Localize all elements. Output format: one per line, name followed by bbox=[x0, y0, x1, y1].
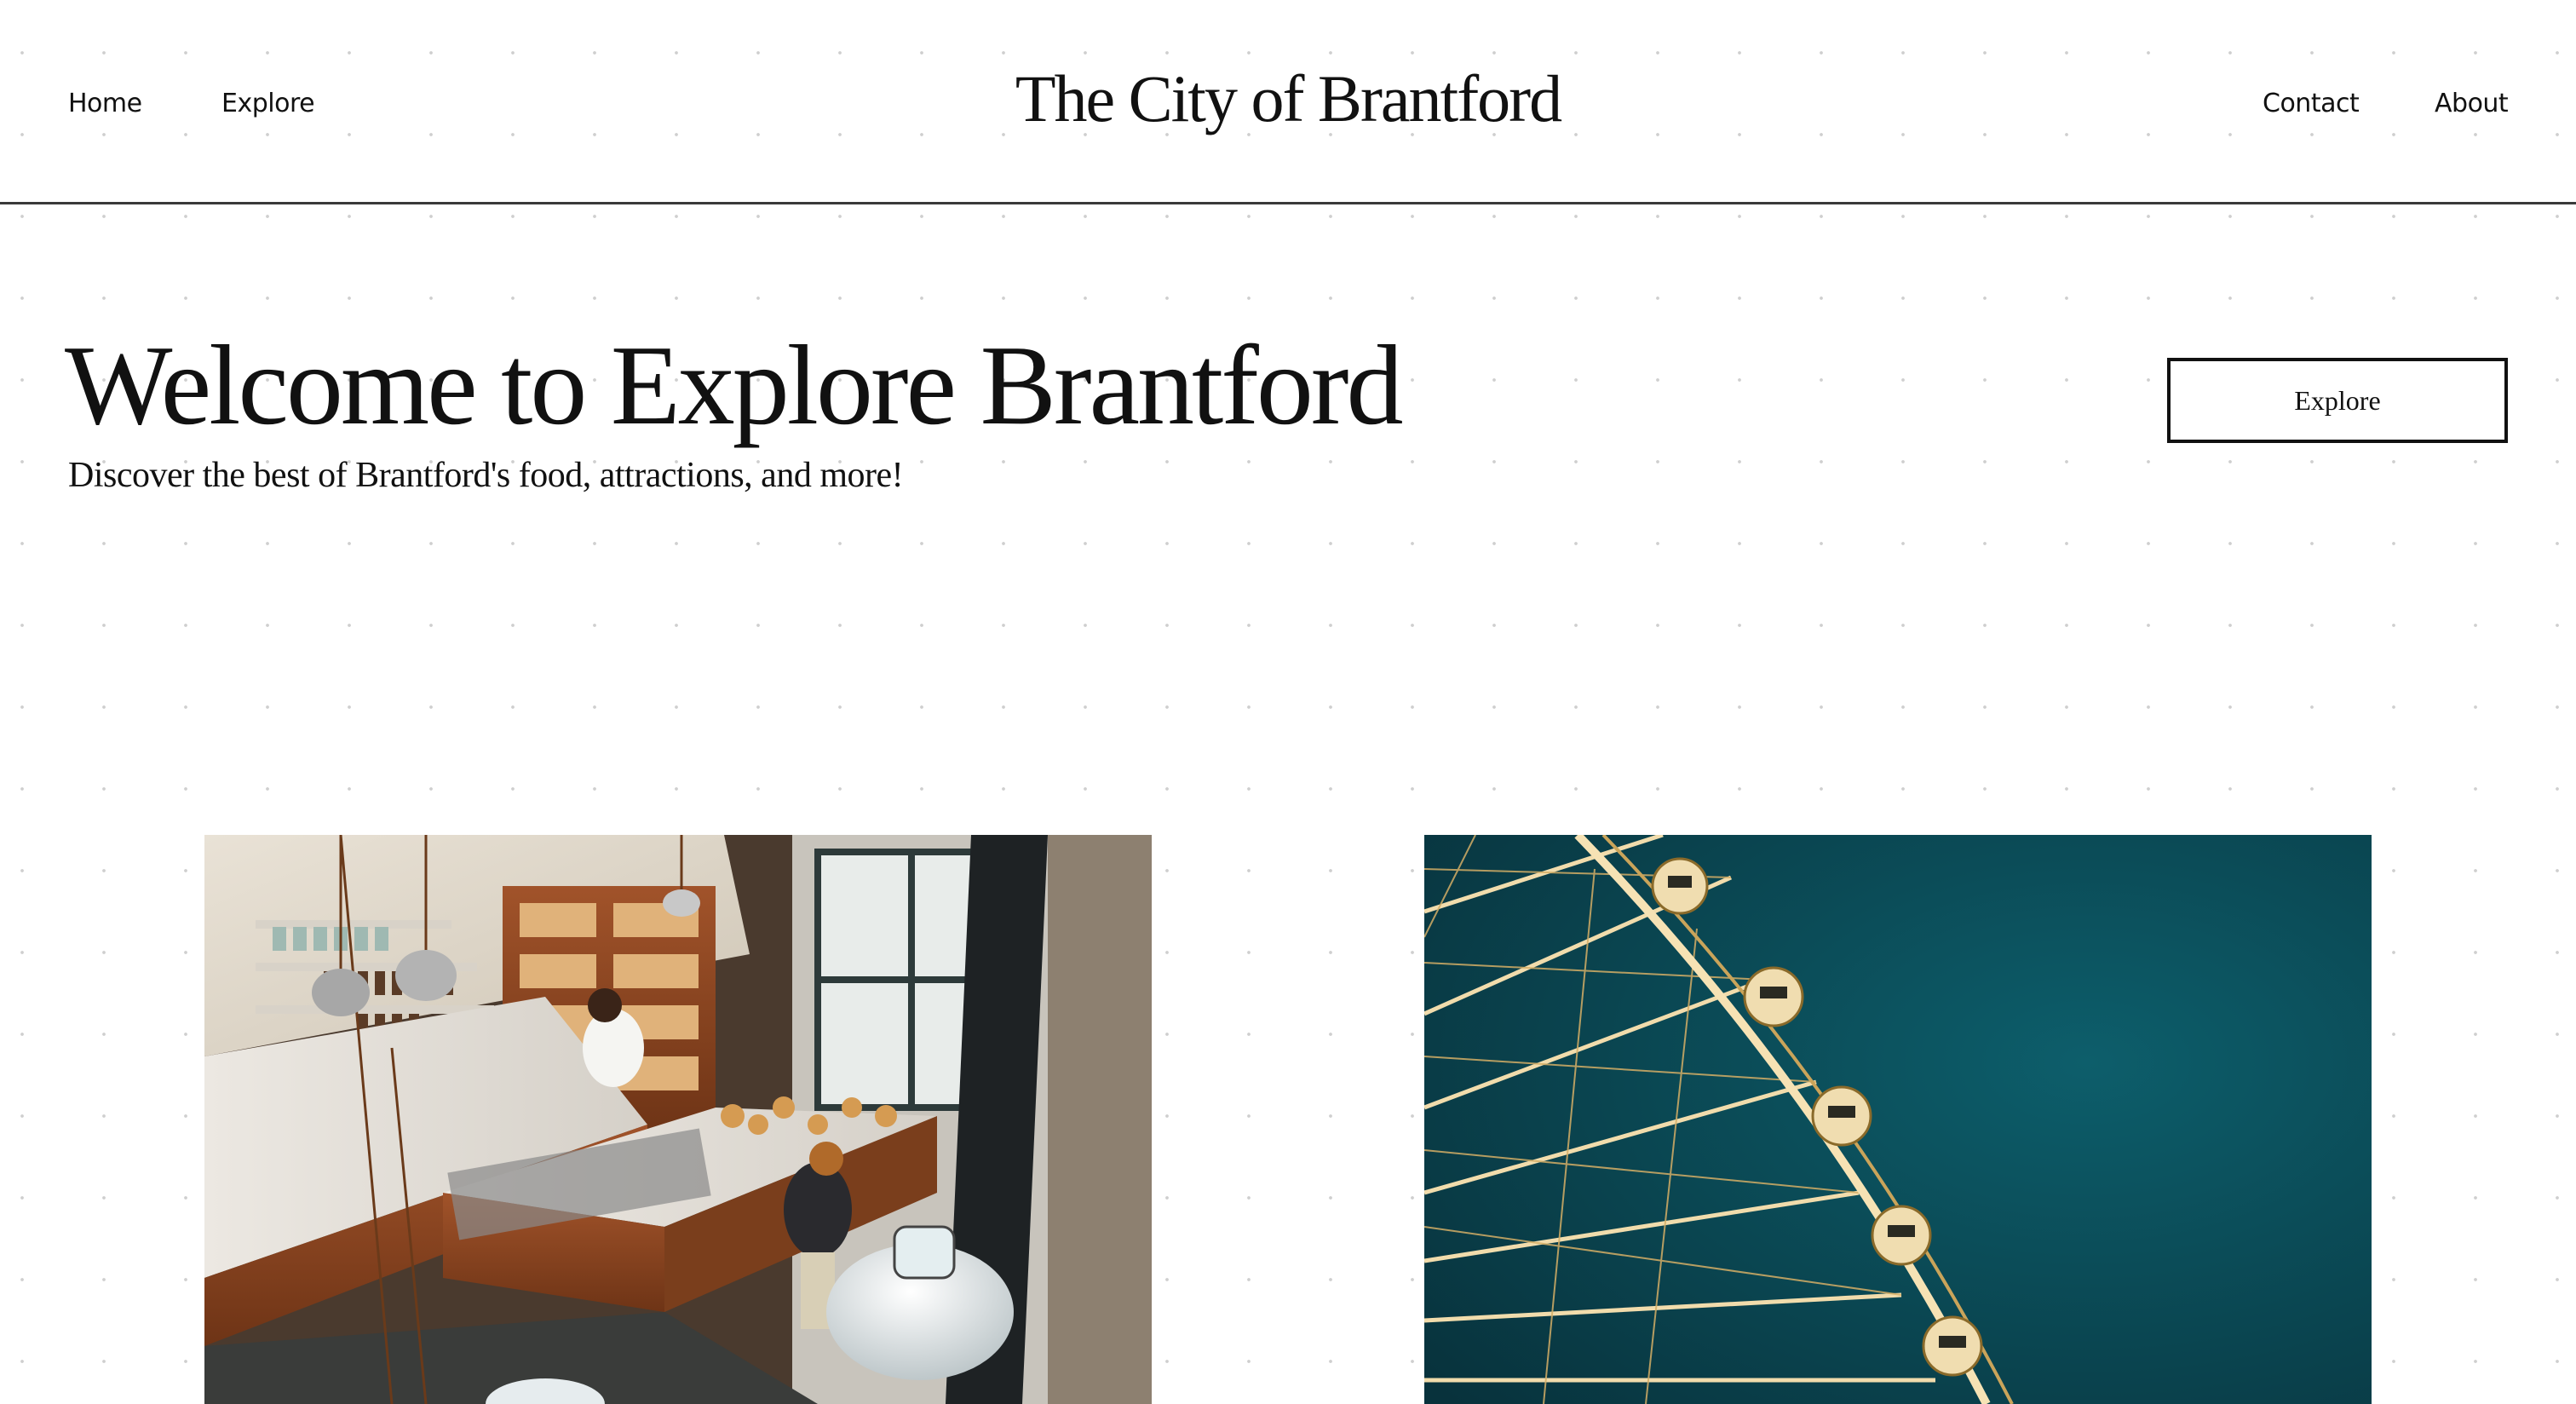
hero-title: Welcome to Explore Brantford bbox=[65, 322, 1403, 448]
explore-button[interactable]: Explore bbox=[2167, 358, 2508, 443]
hero-subtitle: Discover the best of Brantford's food, a… bbox=[68, 456, 904, 495]
ferris-wheel-photo bbox=[1424, 835, 2372, 1404]
bakery-photo bbox=[204, 835, 1152, 1404]
nav-contact-link[interactable]: Contact bbox=[2263, 83, 2360, 124]
site-header: Home Explore The City of Brantford Conta… bbox=[0, 0, 2576, 204]
ferris-wheel-photo-image bbox=[1424, 835, 2372, 1404]
bakery-photo-image bbox=[204, 835, 1152, 1404]
site-title[interactable]: The City of Brantford bbox=[0, 53, 2576, 145]
nav-about-link[interactable]: About bbox=[2435, 83, 2509, 124]
